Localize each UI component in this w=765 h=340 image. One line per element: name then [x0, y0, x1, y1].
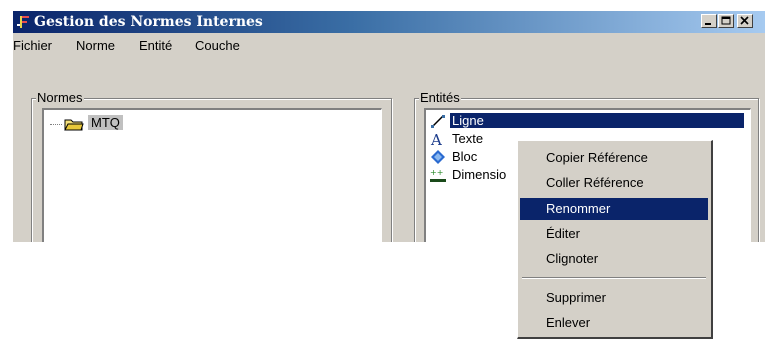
normes-group-label: Normes [36, 90, 84, 105]
title-bar[interactable]: Gestion des Normes Internes [13, 11, 765, 33]
window-title: Gestion des Normes Internes [34, 14, 263, 30]
entites-group-label: Entités [419, 90, 461, 105]
line-icon [430, 113, 446, 129]
menu-separator [522, 277, 706, 279]
app-norms-icon[interactable] [16, 14, 32, 30]
menu-item-renommer[interactable]: Renommer [520, 198, 708, 220]
menu-fichier[interactable]: Fichier [13, 38, 52, 53]
svg-text:A: A [430, 131, 442, 147]
maximize-icon[interactable] [718, 14, 734, 28]
context-menu: Copier Référence Coller Référence Renomm… [517, 140, 713, 339]
menu-bar: Fichier Norme Entité Couche [13, 35, 765, 55]
menu-item-enlever[interactable]: Enlever [520, 312, 708, 334]
list-item-label: Texte [452, 131, 484, 146]
tree-connector [50, 124, 62, 125]
menu-item-copier-reference[interactable]: Copier Référence [520, 147, 708, 169]
text-icon: A [430, 131, 446, 149]
menu-couche[interactable]: Couche [195, 38, 240, 53]
menu-item-supprimer[interactable]: Supprimer [520, 287, 708, 309]
minimize-icon[interactable] [701, 14, 717, 28]
menu-item-clignoter[interactable]: Clignoter [520, 248, 708, 270]
dimension-icon: ++ [430, 167, 446, 183]
close-icon[interactable] [737, 14, 753, 28]
normes-tree[interactable]: MTQ [42, 108, 382, 242]
svg-text:++: ++ [430, 168, 443, 177]
menu-item-editer[interactable]: Éditer [520, 223, 708, 245]
list-item-label: Ligne [450, 113, 744, 128]
menu-norme[interactable]: Norme [76, 38, 115, 53]
folder-icon [64, 116, 84, 132]
list-item-label: Bloc [452, 149, 478, 164]
block-icon [430, 149, 446, 165]
list-item-label: Dimensio [452, 167, 507, 182]
tree-node-mtq[interactable]: MTQ [88, 115, 123, 130]
normes-group: Normes MTQ [31, 90, 392, 242]
menu-entite[interactable]: Entité [139, 38, 172, 53]
menu-item-coller-reference[interactable]: Coller Référence [520, 172, 708, 194]
